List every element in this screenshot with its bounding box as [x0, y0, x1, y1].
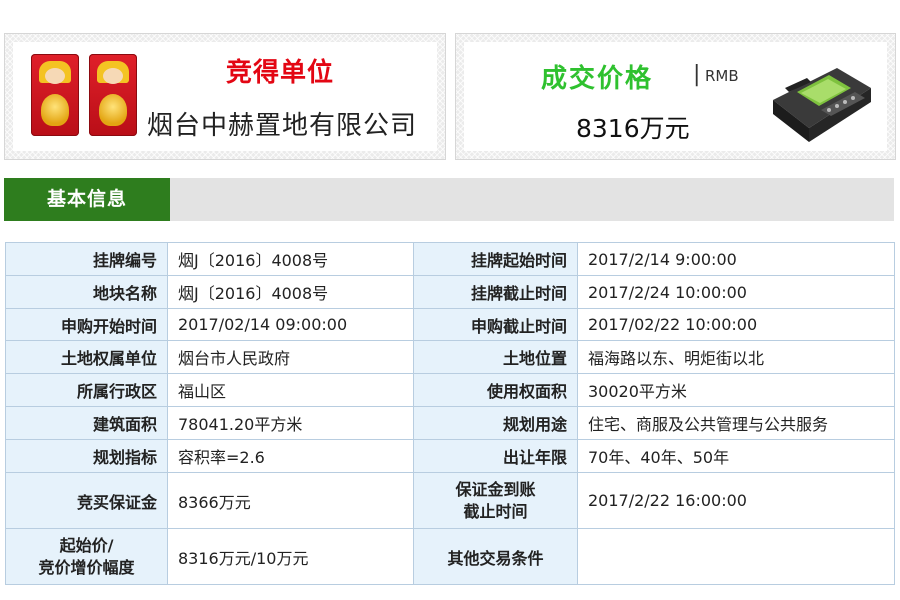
price-panel-inner: 成交价格 | RMB 8316万元 [464, 42, 887, 151]
price-title: 成交价格 [541, 64, 654, 94]
table-row: 建筑面积 78041.20平方米 规划用途 住宅、商服及公共管理与公共服务 [5, 406, 895, 440]
value-land-owner: 烟台市人民政府 [167, 340, 414, 374]
value-listing-number: 烟J〔2016〕4008号 [167, 242, 414, 276]
table-row: 地块名称 烟J〔2016〕4008号 挂牌截止时间 2017/2/24 10:0… [5, 275, 895, 309]
label-term: 出让年限 [413, 439, 578, 473]
value-listing-end: 2017/2/24 10:00:00 [577, 275, 895, 309]
table-row: 竞买保证金 8366万元 保证金到账 截止时间 2017/2/22 16:00:… [5, 472, 895, 529]
label-start-price: 起始价/ 竞价增价幅度 [5, 528, 168, 585]
table-row: 土地权属单位 烟台市人民政府 土地位置 福海路以东、明炬街以北 [5, 340, 895, 374]
label-building-area: 建筑面积 [5, 406, 168, 440]
table-row: 申购开始时间 2017/02/14 09:00:00 申购截止时间 2017/0… [5, 308, 895, 341]
label-deposit-deadline-line1: 保证金到账 [455, 479, 536, 499]
price-panel: 成交价格 | RMB 8316万元 [455, 33, 896, 160]
winner-title: 竞得单位 [225, 58, 334, 88]
label-land-location: 土地位置 [413, 340, 578, 374]
value-term: 70年、40年、50年 [577, 439, 895, 473]
label-land-owner: 土地权属单位 [5, 340, 168, 374]
value-apply-start: 2017/02/14 09:00:00 [167, 308, 414, 341]
tab-basic-info[interactable]: 基本信息 [4, 178, 170, 221]
winner-panel-inner: 竞得单位 烟台中赫置地有限公司 [13, 42, 437, 151]
label-district: 所属行政区 [5, 373, 168, 407]
payment-terminal-icon [773, 68, 871, 142]
price-amount: 8316万元 [576, 114, 690, 143]
winner-panel: 竞得单位 烟台中赫置地有限公司 [4, 33, 446, 160]
value-deposit-deadline: 2017/2/22 16:00:00 [577, 472, 895, 529]
price-separator: | [693, 62, 701, 87]
value-building-area: 78041.20平方米 [167, 406, 414, 440]
label-apply-start: 申购开始时间 [5, 308, 168, 341]
label-planned-use: 规划用途 [413, 406, 578, 440]
label-deposit-deadline: 保证金到账 截止时间 [413, 472, 578, 529]
red-envelope-icon [31, 54, 79, 136]
label-use-area: 使用权面积 [413, 373, 578, 407]
table-row: 所属行政区 福山区 使用权面积 30020平方米 [5, 373, 895, 407]
value-listing-start: 2017/2/14 9:00:00 [577, 242, 895, 276]
label-listing-start: 挂牌起始时间 [413, 242, 578, 276]
table-row: 规划指标 容积率=2.6 出让年限 70年、40年、50年 [5, 439, 895, 473]
value-parcel-name: 烟J〔2016〕4008号 [167, 275, 414, 309]
winner-company: 烟台中赫置地有限公司 [147, 111, 418, 141]
red-envelope-icon [89, 54, 137, 136]
value-district: 福山区 [167, 373, 414, 407]
price-currency: RMB [705, 67, 739, 85]
label-plan-index: 规划指标 [5, 439, 168, 473]
label-listing-end: 挂牌截止时间 [413, 275, 578, 309]
value-start-price: 8316万元/10万元 [167, 528, 414, 585]
value-deposit: 8366万元 [167, 472, 414, 529]
value-apply-end: 2017/02/22 10:00:00 [577, 308, 895, 341]
label-apply-end: 申购截止时间 [413, 308, 578, 341]
label-other-conditions: 其他交易条件 [413, 528, 578, 585]
label-start-price-line1: 起始价/ [59, 535, 114, 555]
label-parcel-name: 地块名称 [5, 275, 168, 309]
info-table: 挂牌编号 烟J〔2016〕4008号 挂牌起始时间 2017/2/14 9:00… [5, 242, 895, 585]
label-listing-number: 挂牌编号 [5, 242, 168, 276]
value-other-conditions [577, 528, 895, 585]
table-row: 挂牌编号 烟J〔2016〕4008号 挂牌起始时间 2017/2/14 9:00… [5, 242, 895, 276]
value-plan-index: 容积率=2.6 [167, 439, 414, 473]
label-start-price-line2: 竞价增价幅度 [38, 557, 135, 577]
value-planned-use: 住宅、商服及公共管理与公共服务 [577, 406, 895, 440]
value-use-area: 30020平方米 [577, 373, 895, 407]
label-deposit: 竞买保证金 [5, 472, 168, 529]
label-deposit-deadline-line2: 截止时间 [463, 501, 528, 521]
tab-bar: 基本信息 [4, 178, 894, 221]
table-row: 起始价/ 竞价增价幅度 8316万元/10万元 其他交易条件 [5, 528, 895, 585]
value-land-location: 福海路以东、明炬街以北 [577, 340, 895, 374]
